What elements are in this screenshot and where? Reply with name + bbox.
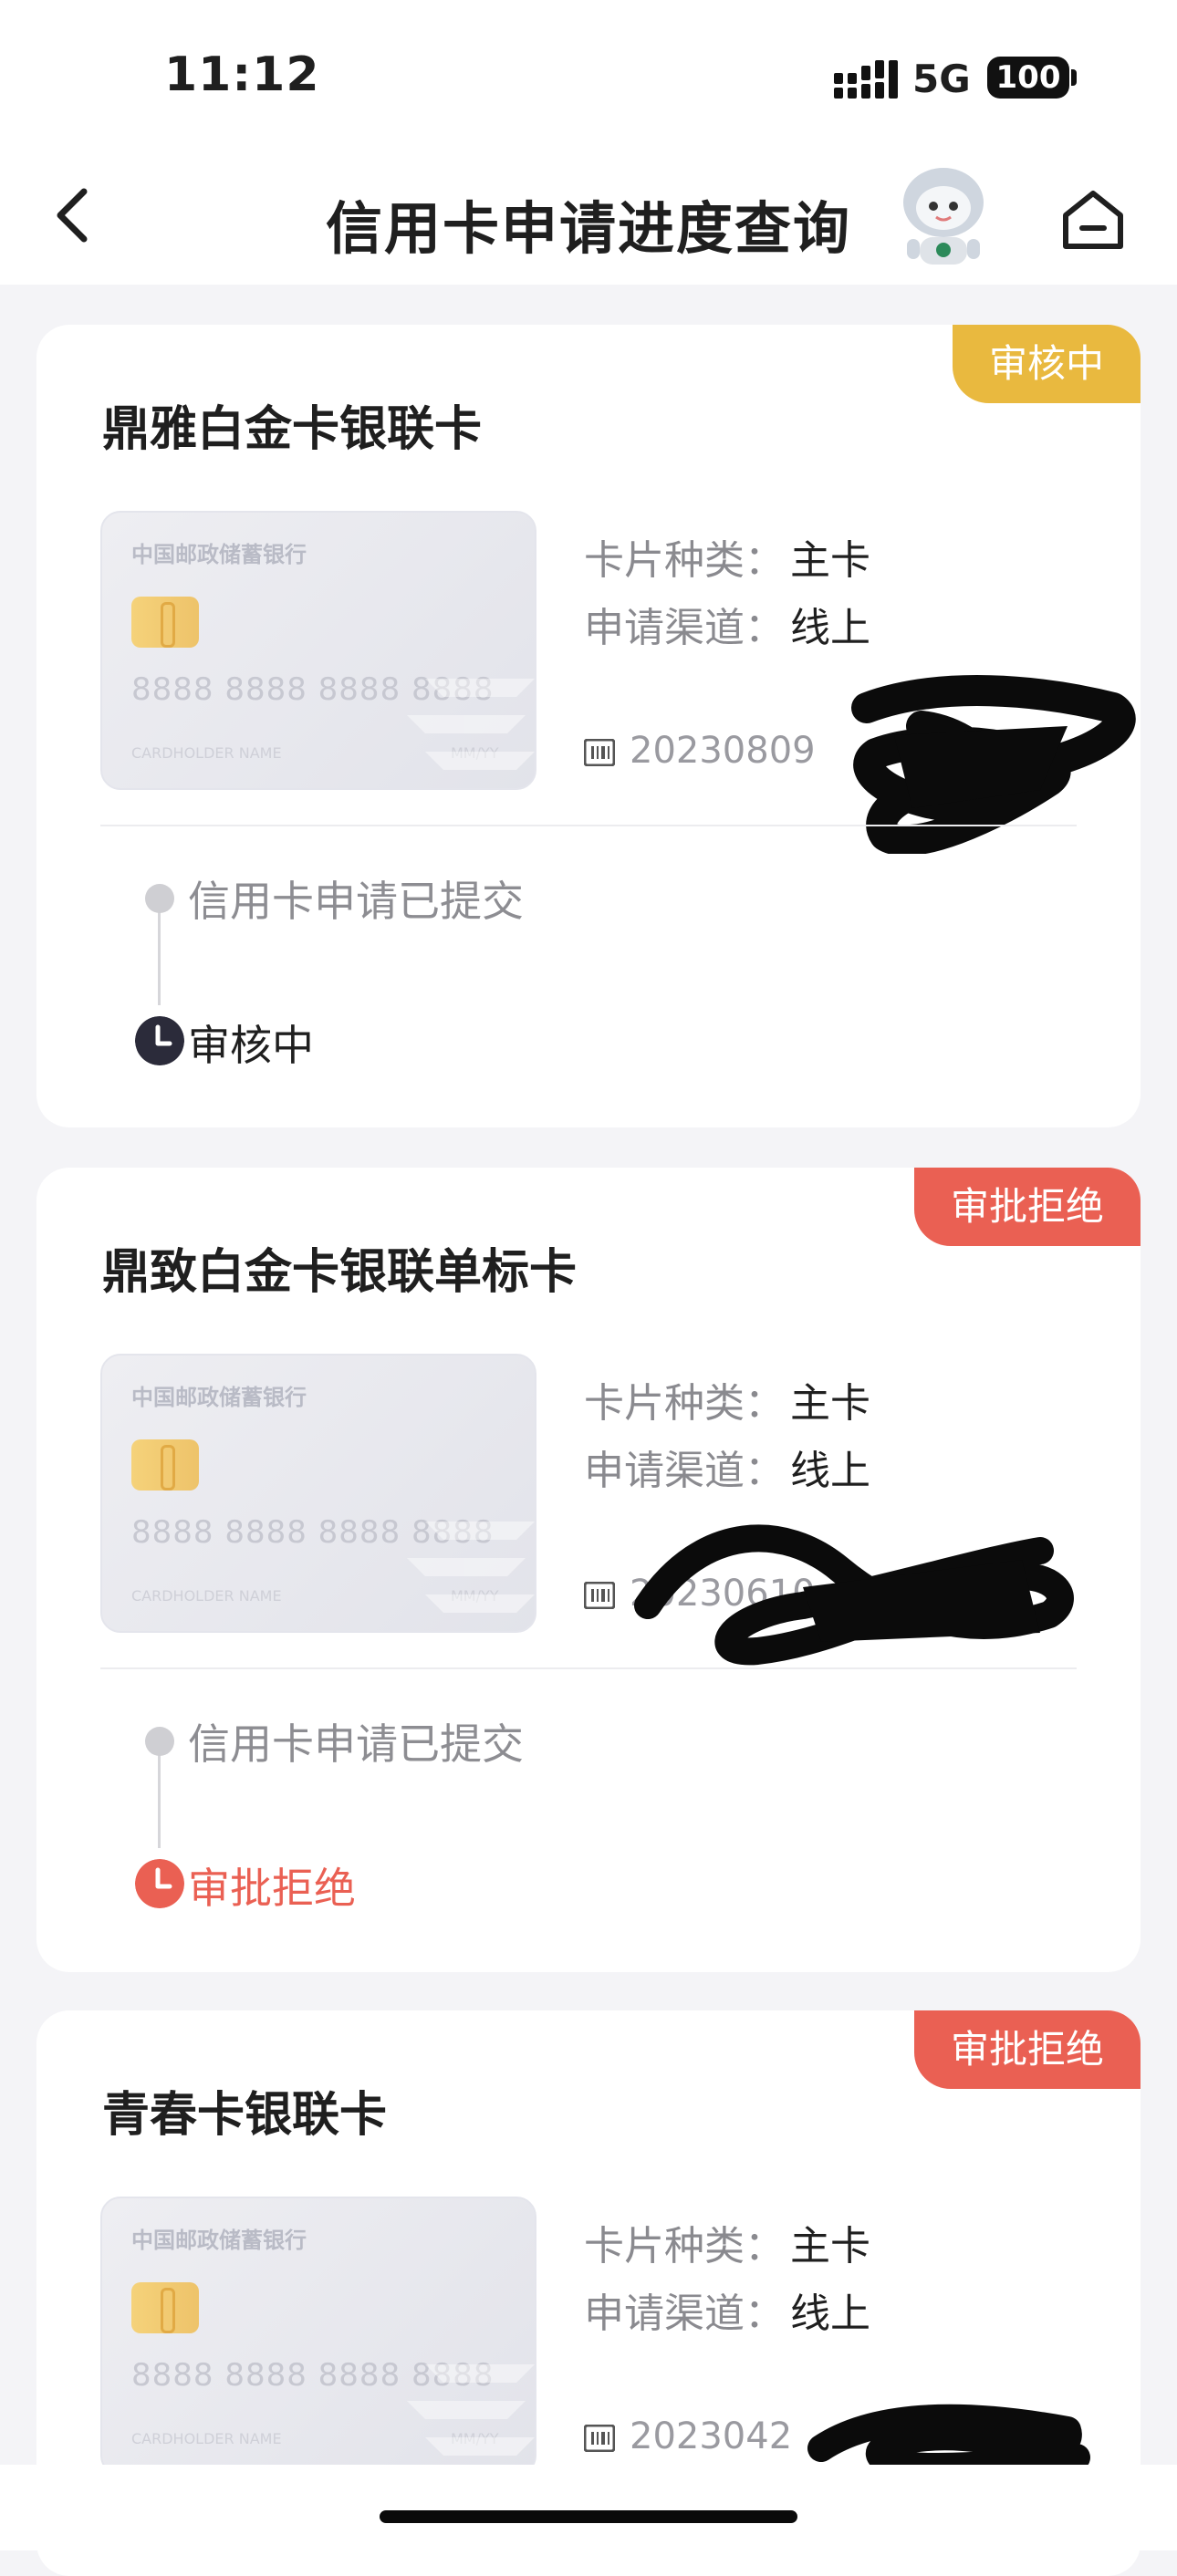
status-badge: 审批拒绝 [913, 1168, 1141, 1246]
header: 11:12 5G 100 信用卡申请进度查询 [0, 0, 1177, 285]
bottom-safe-area [0, 2465, 1177, 2550]
bank-logo-icon [407, 1522, 535, 1613]
card-bank-name: 中国邮政储蓄银行 [131, 542, 307, 567]
timeline-line [158, 1742, 161, 1848]
chip-icon [131, 1439, 199, 1491]
clock-icon [135, 1859, 184, 1908]
channel-value: 线上 [790, 605, 870, 651]
card-type-value: 主卡 [790, 2223, 870, 2270]
timeline-dot [145, 884, 174, 913]
bank-logo-icon [407, 2364, 535, 2456]
credit-card-image: 中国邮政储蓄银行 8888 8888 8888 8888 CARDHOLDER … [100, 1354, 536, 1633]
clock-icon [135, 1016, 184, 1065]
channel-row: 申请渠道： 线上 [584, 1438, 870, 1496]
card-bank-name: 中国邮政储蓄银行 [131, 2228, 307, 2253]
battery-level: 100 [987, 57, 1069, 99]
card-type-value: 主卡 [790, 1380, 870, 1427]
card-product-name: 鼎雅白金卡银联卡 [102, 402, 483, 457]
page-title: 信用卡申请进度查询 [325, 195, 851, 262]
channel-value: 线上 [790, 2290, 870, 2337]
status-badge: 审核中 [952, 325, 1141, 403]
timeline-step-current: 审核中 [188, 1021, 314, 1070]
credit-card-image: 中国邮政储蓄银行 8888 8888 8888 8888 CARDHOLDER … [100, 511, 536, 790]
card-product-name: 鼎致白金卡银联单标卡 [102, 1245, 578, 1300]
robot-assistant-icon[interactable] [892, 162, 995, 272]
timeline-step-submitted: 信用卡申请已提交 [188, 1719, 524, 1769]
cardholder-label: CARDHOLDER NAME [131, 2430, 282, 2447]
card-type-label: 卡片种类： [584, 537, 785, 584]
timeline-step-submitted: 信用卡申请已提交 [188, 877, 524, 926]
card-type-row: 卡片种类： 主卡 [584, 2213, 870, 2271]
application-number: 20230809 [584, 730, 816, 772]
card-type-row: 卡片种类： 主卡 [584, 527, 870, 586]
channel-label: 申请渠道： [584, 1448, 785, 1494]
status-badge: 审批拒绝 [913, 2010, 1141, 2089]
redaction-scribble [634, 1524, 1074, 1666]
cardholder-label: CARDHOLDER NAME [131, 1587, 282, 1605]
barcode-icon [584, 739, 615, 766]
application-number-value: 2023042 [630, 2415, 793, 2457]
barcode-icon [584, 1582, 615, 1609]
home-indicator[interactable] [380, 2510, 797, 2523]
home-icon[interactable] [1057, 182, 1130, 255]
channel-label: 申请渠道： [584, 605, 785, 651]
network-type: 5G [912, 57, 971, 101]
barcode-icon [584, 2425, 615, 2452]
chip-icon [131, 597, 199, 648]
chip-icon [131, 2282, 199, 2333]
card-product-name: 青春卡银联卡 [102, 2088, 388, 2143]
battery-icon [1071, 69, 1077, 86]
timeline-dot [145, 1727, 174, 1756]
bank-logo-icon [407, 679, 535, 770]
card-type-label: 卡片种类： [584, 2223, 785, 2270]
card-type-value: 主卡 [790, 537, 870, 584]
application-number: 2023042 [584, 2415, 792, 2457]
status-time: 11:12 [164, 47, 320, 102]
application-card[interactable]: 审批拒绝 鼎致白金卡银联单标卡 中国邮政储蓄银行 8888 8888 8888 … [36, 1168, 1141, 1972]
card-type-label: 卡片种类： [584, 1380, 785, 1427]
application-card[interactable]: 审核中 鼎雅白金卡银联卡 中国邮政储蓄银行 8888 8888 8888 888… [36, 325, 1141, 1127]
divider [100, 1667, 1077, 1669]
application-number-value: 20230809 [630, 730, 816, 772]
redaction-scribble [851, 675, 1136, 854]
credit-card-image: 中国邮政储蓄银行 8888 8888 8888 8888 CARDHOLDER … [100, 2197, 536, 2476]
channel-row: 申请渠道： 线上 [584, 2280, 870, 2339]
signal-icon [834, 60, 898, 99]
card-bank-name: 中国邮政储蓄银行 [131, 1385, 307, 1410]
card-type-row: 卡片种类： 主卡 [584, 1370, 870, 1428]
timeline-step-current: 审批拒绝 [188, 1864, 356, 1913]
channel-label: 申请渠道： [584, 2290, 785, 2337]
cardholder-label: CARDHOLDER NAME [131, 744, 282, 762]
timeline-line [158, 899, 161, 1005]
divider [100, 825, 1077, 826]
channel-value: 线上 [790, 1448, 870, 1494]
channel-row: 申请渠道： 线上 [584, 595, 870, 653]
